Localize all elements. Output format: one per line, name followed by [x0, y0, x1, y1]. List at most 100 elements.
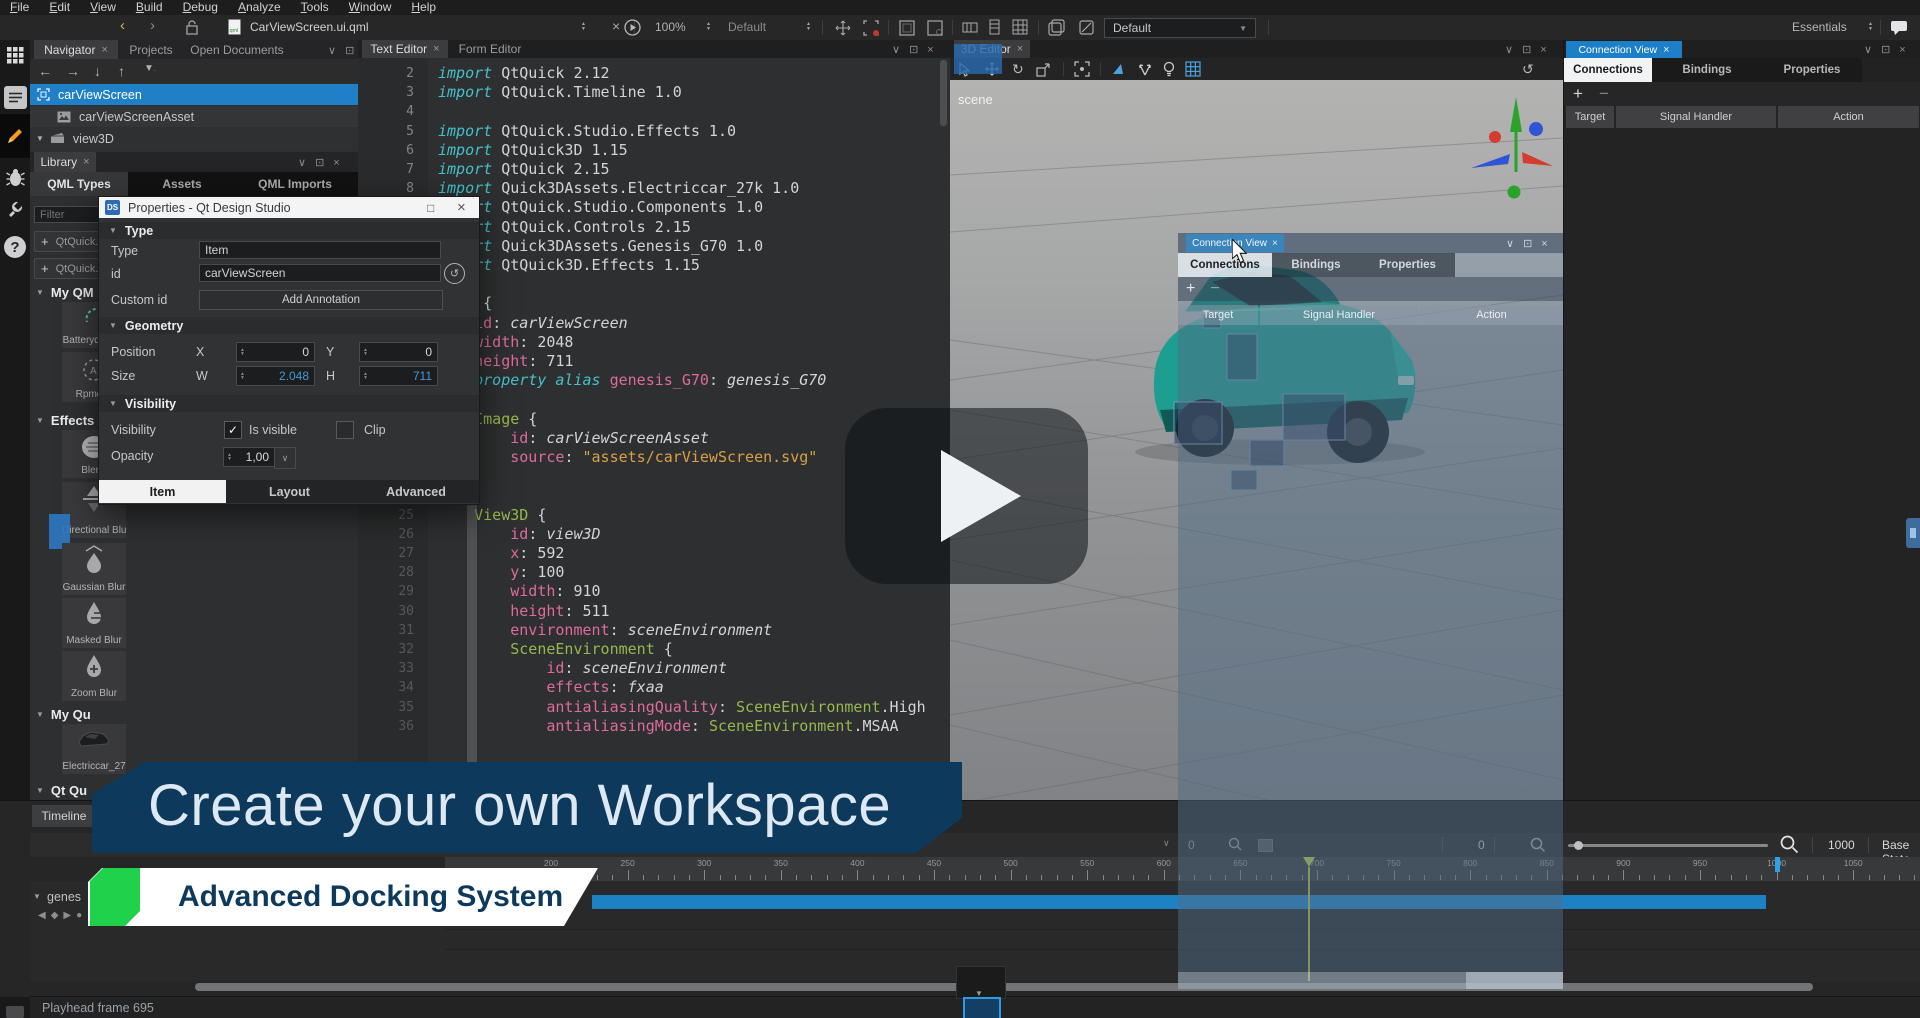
lock-icon[interactable]: [185, 20, 199, 35]
float-panel-icon[interactable]: ⊡: [909, 43, 918, 56]
tab-qml-types[interactable]: QML Types: [30, 172, 128, 196]
library-item-zoom-blur[interactable]: Zoom Blur: [62, 651, 126, 701]
timeline-end-field[interactable]: 1000: [1828, 838, 1855, 852]
nav-right-icon[interactable]: →: [66, 63, 80, 79]
end-frame-marker[interactable]: [1775, 857, 1780, 872]
menu-view[interactable]: View: [80, 0, 126, 15]
chevron-down-icon[interactable]: ∨: [1505, 43, 1513, 56]
section-geometry[interactable]: ▼Geometry: [99, 317, 479, 334]
feedback-chat-icon[interactable]: [1890, 20, 1908, 36]
tree-row-carviewscreenasset[interactable]: carViewScreenAsset: [30, 106, 358, 127]
menu-file[interactable]: File: [0, 0, 39, 15]
video-play-overlay[interactable]: [845, 408, 1088, 584]
move-anchor-icon[interactable]: [834, 19, 852, 37]
keyframe-controls[interactable]: ◀◆▶●: [38, 910, 87, 921]
properties-dialog[interactable]: DS Properties - Qt Design Studio □ × ▼Ty…: [98, 196, 480, 505]
scale-tool-icon[interactable]: [1036, 62, 1051, 77]
axis-arrows-icon[interactable]: [1137, 62, 1153, 77]
chevron-down-icon[interactable]: ∨: [892, 43, 900, 56]
collapsed-panel-handle[interactable]: [1906, 518, 1920, 548]
orientation-cone-icon[interactable]: [1111, 62, 1127, 76]
tab-connections[interactable]: Connections: [1564, 58, 1652, 82]
menu-help[interactable]: Help: [401, 0, 446, 15]
nav-up-icon[interactable]: ↑: [118, 63, 125, 79]
slider-handle[interactable]: [1574, 841, 1583, 850]
clip-checkbox[interactable]: [336, 421, 354, 439]
floating-remove-button[interactable]: −: [1210, 280, 1219, 298]
section-type[interactable]: ▼Type: [99, 222, 479, 239]
nav-back-button[interactable]: ‹: [120, 17, 125, 34]
tab-projects[interactable]: Projects: [122, 40, 180, 59]
nav-forward-button[interactable]: ›: [150, 17, 155, 34]
close-icon[interactable]: ×: [1663, 44, 1669, 56]
library-item-masked-blur[interactable]: Masked Blur: [62, 598, 126, 648]
edit-mode-icon[interactable]: [4, 86, 27, 109]
close-panel-icon[interactable]: ×: [1540, 44, 1546, 56]
tab-qml-imports[interactable]: QML Imports: [236, 172, 354, 196]
document-stepper[interactable]: ▲▼: [581, 22, 586, 31]
welcome-mode-icon[interactable]: [7, 47, 24, 64]
chevron-down-icon[interactable]: ∨: [1506, 237, 1514, 250]
remove-connection-button[interactable]: −: [1599, 84, 1609, 104]
close-icon[interactable]: ×: [83, 156, 89, 168]
close-icon[interactable]: ×: [1017, 43, 1023, 55]
dialog-close-icon[interactable]: ×: [457, 199, 466, 216]
zoom-stepper[interactable]: ▲▼: [706, 22, 711, 31]
floating-tab-connections[interactable]: Connections: [1178, 253, 1272, 277]
tree-row-carviewscreen[interactable]: carViewScreen: [30, 84, 358, 105]
opacity-dropdown[interactable]: ∨: [274, 447, 296, 469]
grid-layout-icon[interactable]: [1012, 19, 1028, 35]
help-mode-icon[interactable]: ?: [4, 236, 26, 258]
debug-mode-icon[interactable]: [6, 168, 25, 188]
chevron-icon[interactable]: ∨: [1163, 838, 1170, 849]
h-spinbox[interactable]: ▲▼711: [359, 366, 438, 386]
tab-timeline[interactable]: Timeline: [32, 805, 96, 827]
close-panel-icon[interactable]: ×: [1899, 44, 1905, 56]
id-reset-button[interactable]: ↺: [444, 263, 465, 284]
distribute-horizontal-icon[interactable]: [962, 21, 978, 34]
rotate-tool-icon[interactable]: ↻: [1012, 61, 1024, 78]
tab-navigator[interactable]: Navigator×: [34, 40, 118, 59]
x-spinbox[interactable]: ▲▼0: [236, 342, 315, 362]
id-field[interactable]: [199, 264, 441, 282]
y-spinbox[interactable]: ▲▼0: [359, 342, 438, 362]
close-panel-icon[interactable]: ×: [333, 157, 339, 169]
tab-advanced[interactable]: Advanced: [353, 480, 479, 503]
tab-text-editor[interactable]: Text Editor×: [362, 40, 448, 58]
border-corner-icon[interactable]: [926, 19, 944, 37]
track-expander-icon[interactable]: ▼: [33, 892, 41, 901]
dock-splitter-widget[interactable]: ▼: [956, 966, 1006, 999]
float-panel-icon[interactable]: ⊡: [1523, 237, 1532, 250]
nav-left-icon[interactable]: ←: [38, 63, 52, 79]
nav-down-icon[interactable]: ↓: [94, 63, 101, 79]
close-panel-icon[interactable]: ×: [927, 44, 933, 56]
border-outline-icon[interactable]: [898, 19, 916, 37]
opacity-spinbox[interactable]: ▲▼1,00: [223, 447, 275, 467]
style-selector[interactable]: Default: [728, 20, 766, 34]
expander-icon[interactable]: ▼: [36, 134, 44, 143]
chevron-down-icon[interactable]: ∨: [1864, 43, 1872, 56]
floating-tab-bindings[interactable]: Bindings: [1272, 253, 1360, 277]
menu-build[interactable]: Build: [126, 0, 173, 15]
maximize-icon[interactable]: □: [427, 201, 434, 215]
float-panel-icon[interactable]: ⊡: [1881, 43, 1890, 56]
dialog-titlebar[interactable]: DS Properties - Qt Design Studio □ ×: [99, 197, 479, 218]
tree-row-view3d[interactable]: ▼ view3D: [30, 128, 358, 149]
tab-bindings[interactable]: Bindings: [1652, 58, 1762, 82]
tab-library[interactable]: Library×: [34, 152, 96, 172]
tab-form-editor[interactable]: Form Editor: [452, 40, 528, 58]
menu-tools[interactable]: Tools: [291, 0, 339, 15]
reset-view-icon[interactable]: ↺: [1522, 61, 1534, 78]
chevron-down-icon[interactable]: ∨: [298, 156, 306, 169]
float-panel-icon[interactable]: ⊡: [1522, 43, 1531, 56]
tab-connection-view[interactable]: Connection View ×: [1566, 41, 1682, 58]
kit-selector[interactable]: Default ▼: [1104, 18, 1256, 38]
tab-properties[interactable]: Properties: [1762, 58, 1862, 82]
menu-window[interactable]: Window: [339, 0, 402, 15]
projects-wrench-icon[interactable]: [6, 200, 24, 218]
filter-funnel-icon[interactable]: ▼.: [144, 63, 156, 74]
add-annotation-button[interactable]: Add Annotation: [199, 290, 443, 310]
close-icon[interactable]: ×: [1272, 238, 1278, 249]
perspective-stepper[interactable]: ▲▼: [1868, 22, 1873, 31]
section-visibility[interactable]: ▼Visibility: [99, 395, 479, 412]
